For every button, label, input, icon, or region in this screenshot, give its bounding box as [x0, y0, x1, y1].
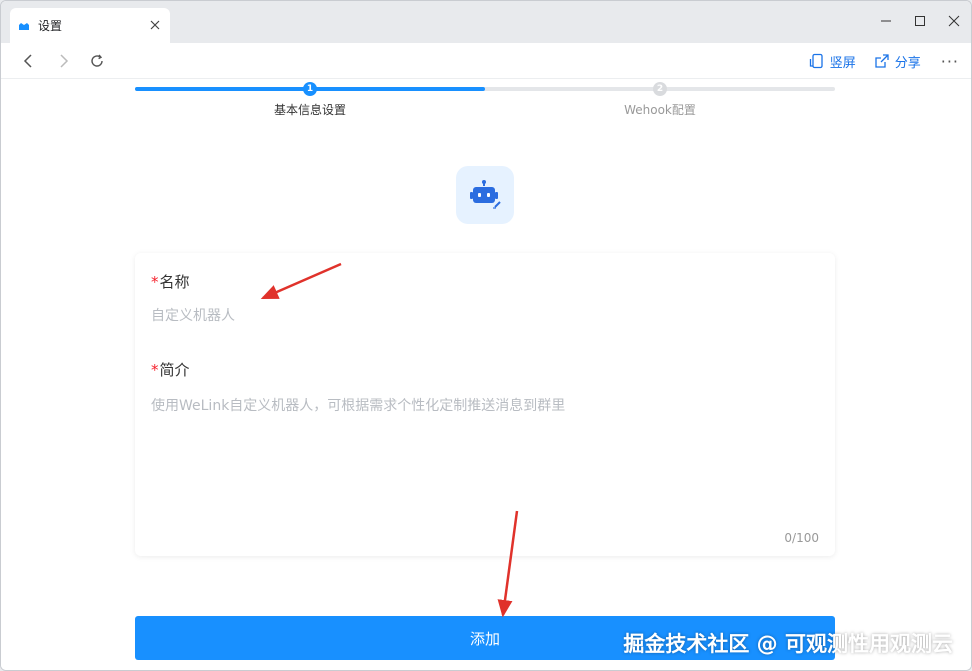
rotate-label: 竖屏: [829, 55, 856, 71]
navigation-bar: 竖屏 分享 ···: [1, 43, 971, 79]
share-icon: [875, 54, 889, 68]
description-textarea[interactable]: [151, 395, 819, 525]
required-mark: *: [151, 361, 159, 379]
step-1-indicator: 1: [303, 82, 317, 96]
required-mark: *: [151, 273, 159, 291]
maximize-icon[interactable]: [903, 1, 937, 41]
tab-title: 设置: [38, 19, 63, 33]
watermark-text: 掘金技术社区 @ 可观测性用观测云: [623, 632, 953, 656]
step-2-indicator: 2: [653, 82, 667, 96]
rotate-screen-icon: [809, 53, 823, 69]
character-counter: 0/100: [784, 531, 819, 545]
more-options-icon[interactable]: ···: [941, 52, 959, 71]
browser-tab[interactable]: 设置: [10, 8, 170, 43]
rotate-button[interactable]: 竖屏: [809, 49, 856, 73]
app-logo-icon: [18, 20, 30, 32]
reload-icon[interactable]: [87, 51, 107, 71]
close-window-icon[interactable]: [937, 1, 971, 41]
nav-actions: 竖屏 分享 ···: [791, 49, 959, 73]
step-1-label[interactable]: 基本信息设置: [274, 101, 346, 118]
step-2-label[interactable]: Wehook配置: [624, 101, 696, 118]
step-progress: 1 2 基本信息设置 Wehook配置: [135, 79, 835, 119]
window-controls: [869, 1, 971, 43]
description-field-label: *简介: [151, 359, 190, 380]
name-label-text: 名称: [159, 273, 190, 291]
share-button[interactable]: 分享: [874, 49, 921, 73]
share-label: 分享: [894, 55, 921, 71]
close-tab-icon[interactable]: [148, 18, 162, 32]
robot-form: *名称 *简介 0/100: [135, 253, 835, 556]
back-icon[interactable]: [19, 51, 39, 71]
name-input[interactable]: [151, 303, 811, 329]
minimize-icon[interactable]: [869, 1, 903, 41]
robot-icon: [470, 180, 501, 209]
name-field-label: *名称: [151, 271, 190, 292]
forward-icon[interactable]: [53, 51, 73, 71]
title-bar: 设置: [1, 1, 971, 43]
browser-window: 设置 竖屏 分享 ··· 1 2 基本信息设置 Wehook配置 *名称 自定义…: [0, 0, 972, 671]
description-label-text: 简介: [159, 361, 190, 379]
page-content: 1 2 基本信息设置 Wehook配置 *名称 自定义机器人 *简介 使用WeL…: [1, 79, 971, 670]
robot-avatar[interactable]: [456, 166, 514, 224]
